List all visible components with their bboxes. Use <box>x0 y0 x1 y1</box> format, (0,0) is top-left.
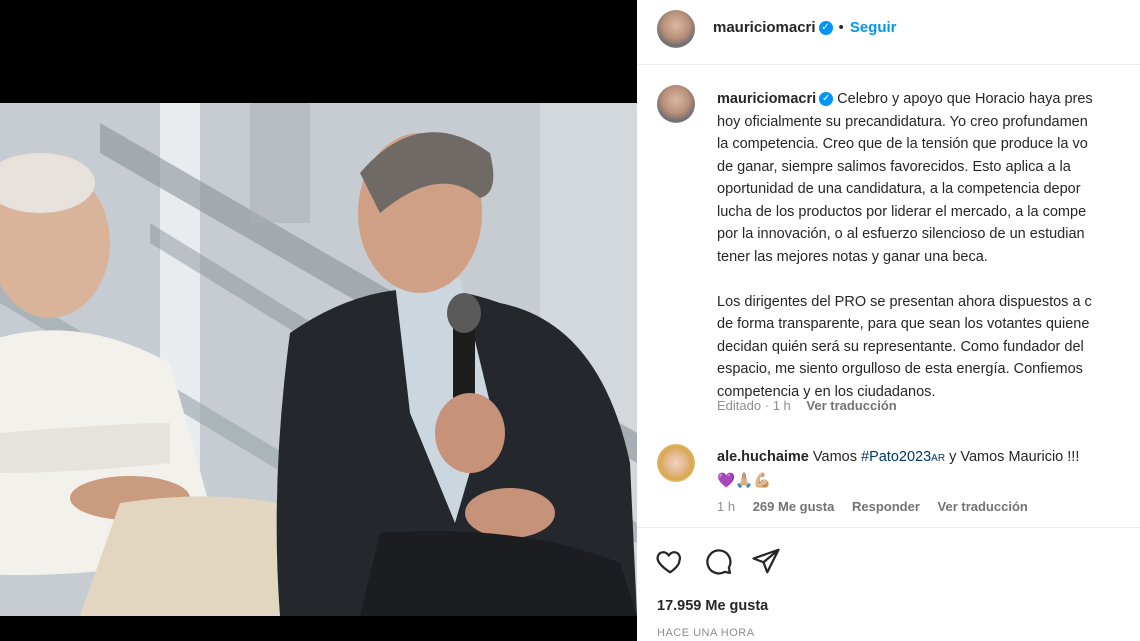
post-media <box>0 0 637 641</box>
post-sidebar: mauriciomacri ✓ • Seguir mauriciomacri ✓ Cel… <box>637 0 1140 641</box>
separator-dot: • <box>838 19 844 36</box>
comment-icon[interactable] <box>703 546 733 576</box>
caption-time: 1 h <box>772 398 791 413</box>
likes-count[interactable]: 17.959 Me gusta <box>657 598 768 614</box>
comment-text: ale.huchaime Vamos #Pato2023AR y Vamos M… <box>717 446 1137 492</box>
comment-translate-button[interactable]: Ver traducción <box>938 499 1028 514</box>
comment-time: 1 h <box>717 499 736 514</box>
commenter-avatar[interactable] <box>657 444 695 482</box>
author-avatar[interactable] <box>657 10 695 48</box>
post-photo <box>0 103 637 616</box>
header-user: mauriciomacri ✓ • Seguir <box>713 19 897 36</box>
photo-illustration <box>0 103 637 616</box>
verified-badge-icon: ✓ <box>818 21 833 36</box>
translate-button[interactable]: Ver traducción <box>806 398 896 413</box>
post-actions: 17.959 Me gusta HACE UNA HORA <box>637 527 1140 641</box>
heart-icon[interactable] <box>655 546 685 576</box>
post-time: HACE UNA HORA <box>657 627 755 639</box>
share-icon[interactable] <box>751 546 781 576</box>
verified-badge-icon: ✓ <box>819 92 834 107</box>
caption-meta: Editado · 1 h Ver traducción <box>717 398 897 413</box>
follow-button[interactable]: Seguir <box>850 19 897 36</box>
hashtag-flag: AR <box>931 453 946 464</box>
caption-text: mauriciomacri ✓ Celebro y apoyo que Horac… <box>717 88 1140 403</box>
author-username[interactable]: mauriciomacri <box>713 19 816 36</box>
caption-body: Celebro y apoyo que Horacio haya pres ho… <box>717 91 1093 400</box>
reply-button[interactable]: Responder <box>852 499 920 514</box>
meta-dot: · <box>764 398 770 413</box>
comment-emojis: 💜🙏🏼💪🏼 <box>717 473 772 489</box>
caption-avatar[interactable] <box>657 85 695 123</box>
comment-likes[interactable]: 269 Me gusta <box>753 499 835 514</box>
hashtag-link[interactable]: #Pato2023 <box>861 449 931 465</box>
commenter-username[interactable]: ale.huchaime <box>717 449 809 465</box>
post-header: mauriciomacri ✓ • Seguir <box>637 0 1140 65</box>
edited-label: Editado <box>717 398 762 413</box>
comment-body-end: y Vamos Mauricio !!! <box>945 449 1080 465</box>
caption-username[interactable]: mauriciomacri <box>717 91 816 107</box>
comment-body-start: Vamos <box>812 449 861 465</box>
comment-meta: 1 h 269 Me gusta Responder Ver traducció… <box>717 499 1042 514</box>
